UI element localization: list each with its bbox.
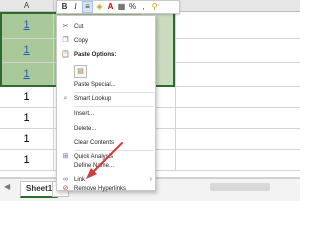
annotation-arrow-icon: [86, 142, 123, 179]
